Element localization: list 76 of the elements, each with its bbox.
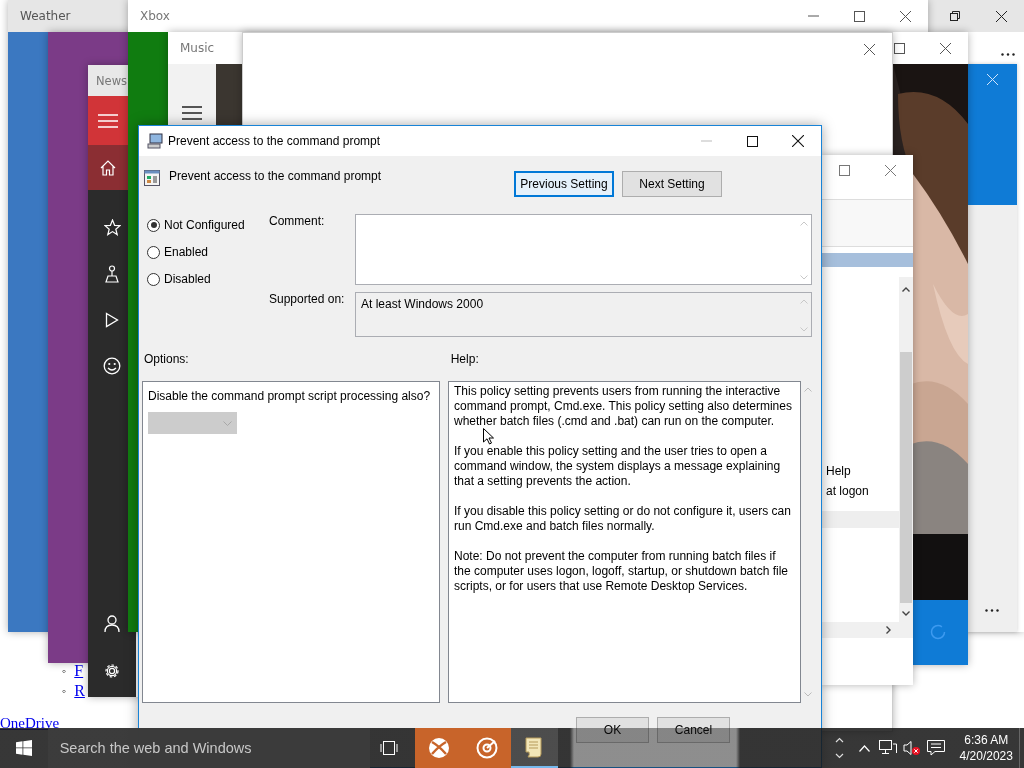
pin-icon[interactable] [104,265,120,283]
section-label: Options: [144,352,189,367]
star-icon[interactable] [103,219,121,236]
field-label: Comment: [269,214,325,228]
menu-icon[interactable] [182,106,202,120]
list-bullet: ◦ [62,663,67,680]
radio-button[interactable] [147,218,160,232]
scroll-thumb[interactable] [900,352,912,603]
clock-date[interactable]: 4/20/2023 [959,748,1013,764]
list-item[interactable]: Help [826,463,899,479]
radio-button[interactable] [147,272,160,286]
radio-label: Enabled [164,245,209,259]
close-icon[interactable] [995,10,1007,22]
list-bullet: ◦ [62,683,67,700]
nav-button[interactable]: Previous Setting [514,171,614,197]
windows-logo-icon[interactable] [15,740,32,756]
home-icon[interactable] [100,159,116,176]
settings-icon[interactable] [103,662,121,680]
field-label: Supported on: [269,292,345,306]
task-view-icon[interactable] [380,741,399,755]
scroll-arrows-icon[interactable] [835,737,845,759]
more-icon[interactable] [1001,53,1015,56]
clock-time[interactable]: 6:36 AM [964,732,1009,748]
page-link[interactable]: F [74,661,84,681]
list-item[interactable]: at logon [826,483,899,499]
nav-item[interactable] [88,145,128,190]
cursor-icon [483,428,494,445]
window-title: Weather [20,9,71,23]
section-label: Help: [450,352,479,367]
close-icon[interactable] [864,44,875,55]
window-title: Prevent access to the command prompt [168,134,381,148]
help-paragraph: This policy setting prevents users from running the interactive command prompt, Cmd.exe. This policy setting also determines whether batch files (.cmd and .bat) can run on the computer. [454,384,793,429]
restore-icon[interactable] [950,11,960,21]
help-paragraph: If you enable this policy setting and the user tries to open a command window, the system displays a message explaining that a setting prevents the action. [454,444,782,489]
scroll-up-icon[interactable] [902,287,910,292]
scroll-right-icon[interactable] [886,626,891,634]
help-paragraph: If you disable this policy setting or do not configure it, users can run Cmd.exe and batch files normally. [454,504,792,534]
field-value: At least Windows 2000 [361,297,484,311]
progress-ring-icon [930,624,946,640]
maximize-icon[interactable] [893,42,905,54]
maximize-icon[interactable] [853,10,865,22]
option-text: Disable the command prompt script processing also? [148,389,431,404]
page-link[interactable]: R [74,681,85,701]
disc-icon[interactable] [475,737,498,759]
radio-label: Disabled [164,272,211,286]
taskbar-app-button[interactable] [462,728,511,768]
search-field[interactable]: Search the web and Windows [47,728,370,768]
chevron-up-icon[interactable] [858,744,870,752]
play-icon[interactable] [105,312,119,328]
user-icon[interactable] [104,615,120,633]
nav-button[interactable]: Next Setting [622,171,722,197]
taskbar-app-button[interactable] [510,728,559,768]
maximize-icon[interactable] [746,135,758,147]
window-title: Music [180,41,215,55]
help-paragraph: Note: Do not prevent the computer from running batch files if the computer uses logon, logoff, startup, or shutdown batch file scripts, or for users that use Remote Desktop Services. [454,549,789,594]
taskbar-app-button[interactable] [415,728,463,768]
scroll-note-icon[interactable] [524,736,545,758]
close-icon[interactable] [792,135,804,147]
close-icon[interactable] [939,42,951,54]
close-icon[interactable] [899,10,911,22]
scrollbar[interactable] [821,622,913,638]
radio-button[interactable] [147,245,160,259]
computer-icon [147,133,163,149]
network-icon[interactable] [878,740,897,756]
window-title: Xbox [140,9,170,23]
scroll-down-icon[interactable] [902,611,910,616]
radio-label: Not Configured [164,218,245,232]
more-icon[interactable] [985,609,999,612]
scrollbar[interactable] [899,277,913,622]
policy-icon [144,170,160,186]
setting-name: Prevent access to the command prompt [169,169,382,183]
notifications-icon[interactable] [926,740,945,756]
window-title: News [96,73,128,88]
volume-muted-icon[interactable] [902,740,921,756]
smiley-icon[interactable] [103,357,121,375]
x-circle-icon[interactable] [428,737,451,759]
